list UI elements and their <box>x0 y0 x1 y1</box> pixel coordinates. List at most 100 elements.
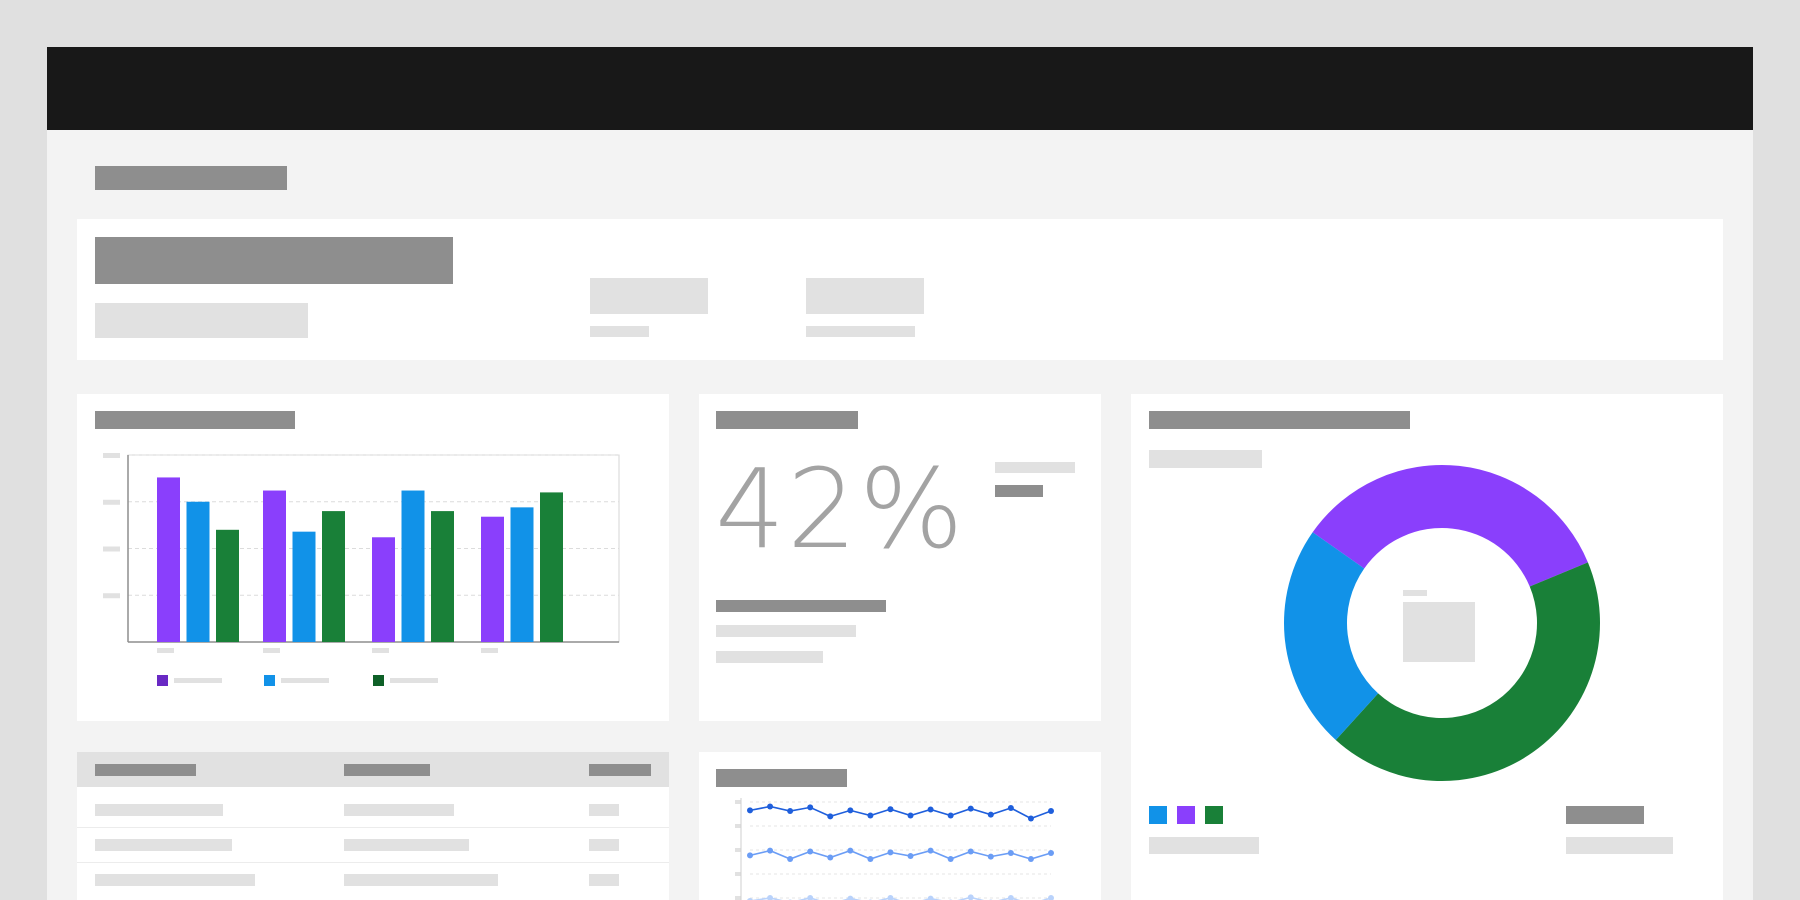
legend-swatch <box>157 675 168 686</box>
data-point <box>867 812 874 819</box>
page-subtitle <box>95 303 308 338</box>
page-title <box>95 237 453 284</box>
data-point <box>967 805 974 812</box>
data-table <box>77 752 669 900</box>
data-point <box>987 853 994 860</box>
y-tick-label <box>735 800 741 804</box>
data-point <box>887 806 894 813</box>
table-cell <box>95 839 232 851</box>
data-point <box>847 847 854 854</box>
donut-legend-swatch-blue[interactable] <box>1149 806 1167 824</box>
table-cell <box>95 874 255 886</box>
legend-label <box>281 678 329 683</box>
data-point <box>927 895 934 900</box>
data-point <box>787 808 794 814</box>
bar <box>510 507 534 642</box>
header-card <box>77 219 1723 360</box>
data-point <box>947 812 954 819</box>
y-tick-label <box>735 896 741 900</box>
y-tick-label <box>735 848 741 852</box>
bar <box>186 501 210 642</box>
header-stat-value-2 <box>806 278 924 314</box>
data-point <box>927 806 934 813</box>
header-stat-value-1 <box>590 278 708 314</box>
donut-center-label <box>1403 590 1427 596</box>
y-tick-label <box>735 872 741 876</box>
donut-legend-label <box>1149 837 1259 854</box>
kpi-detail-2 <box>716 651 823 663</box>
data-point <box>1007 850 1014 856</box>
bar <box>322 511 345 642</box>
series-line <box>749 805 1052 820</box>
table-cell <box>95 804 223 816</box>
donut-chart-card <box>1131 394 1723 900</box>
bar <box>540 492 563 642</box>
donut-legend-swatch-purple[interactable] <box>1177 806 1195 824</box>
data-point <box>1007 895 1014 900</box>
kpi-trend-label <box>995 462 1075 473</box>
x-tick-label <box>372 648 389 653</box>
bar <box>263 490 286 642</box>
data-point <box>767 803 774 810</box>
legend-label <box>174 678 222 683</box>
table-column-header-2[interactable] <box>344 764 430 776</box>
donut-total-value <box>1566 806 1644 824</box>
table-cell <box>589 804 619 816</box>
header-stat-label-1 <box>590 326 649 337</box>
legend-label <box>390 678 438 683</box>
kpi-trend-value <box>995 485 1043 497</box>
data-point <box>887 895 894 900</box>
data-point <box>847 807 854 814</box>
bar <box>431 511 454 642</box>
header-stat-label-2 <box>806 326 915 337</box>
kpi-detail-1 <box>716 625 856 637</box>
kpi-caption <box>716 600 886 612</box>
data-point <box>867 856 874 862</box>
data-point <box>807 848 814 855</box>
bar <box>216 529 239 642</box>
top-bar <box>47 47 1753 130</box>
data-point <box>747 807 753 814</box>
data-point <box>1027 815 1034 822</box>
donut-total-label <box>1566 837 1673 854</box>
data-point <box>887 849 894 856</box>
table-cell <box>344 804 454 816</box>
kpi-card: 42% <box>699 394 1101 721</box>
table-column-header-3[interactable] <box>589 764 651 776</box>
y-tick-label <box>735 824 741 828</box>
bar <box>292 531 316 642</box>
data-point <box>1027 856 1034 862</box>
data-point <box>947 856 954 862</box>
bar <box>157 477 180 642</box>
kpi-title <box>716 411 858 429</box>
bar <box>481 516 504 642</box>
bar-chart <box>103 453 620 686</box>
y-tick-label <box>103 593 120 599</box>
y-tick-label <box>103 453 120 458</box>
legend-swatch <box>373 675 384 686</box>
data-point <box>907 812 914 819</box>
x-tick-label <box>263 648 280 653</box>
table-column-header-1[interactable] <box>95 764 196 776</box>
data-point <box>807 804 814 811</box>
bar <box>401 490 425 642</box>
table-cell <box>344 839 469 851</box>
bar-chart-card <box>77 394 669 721</box>
data-point <box>847 895 854 900</box>
data-point <box>787 856 794 862</box>
legend-swatch <box>264 675 275 686</box>
data-point <box>987 811 994 818</box>
data-point <box>827 854 834 861</box>
line-chart <box>735 798 1054 900</box>
breadcrumb[interactable] <box>95 166 287 190</box>
x-tick-label <box>157 648 174 653</box>
data-point <box>967 894 974 900</box>
table-row-divider <box>77 862 669 863</box>
table-row-divider <box>77 827 669 828</box>
table-cell <box>589 874 619 886</box>
x-tick-label <box>481 648 498 653</box>
data-point <box>1048 808 1054 814</box>
data-point <box>927 847 934 854</box>
data-point <box>827 813 834 820</box>
donut-legend-swatch-green[interactable] <box>1205 806 1223 824</box>
